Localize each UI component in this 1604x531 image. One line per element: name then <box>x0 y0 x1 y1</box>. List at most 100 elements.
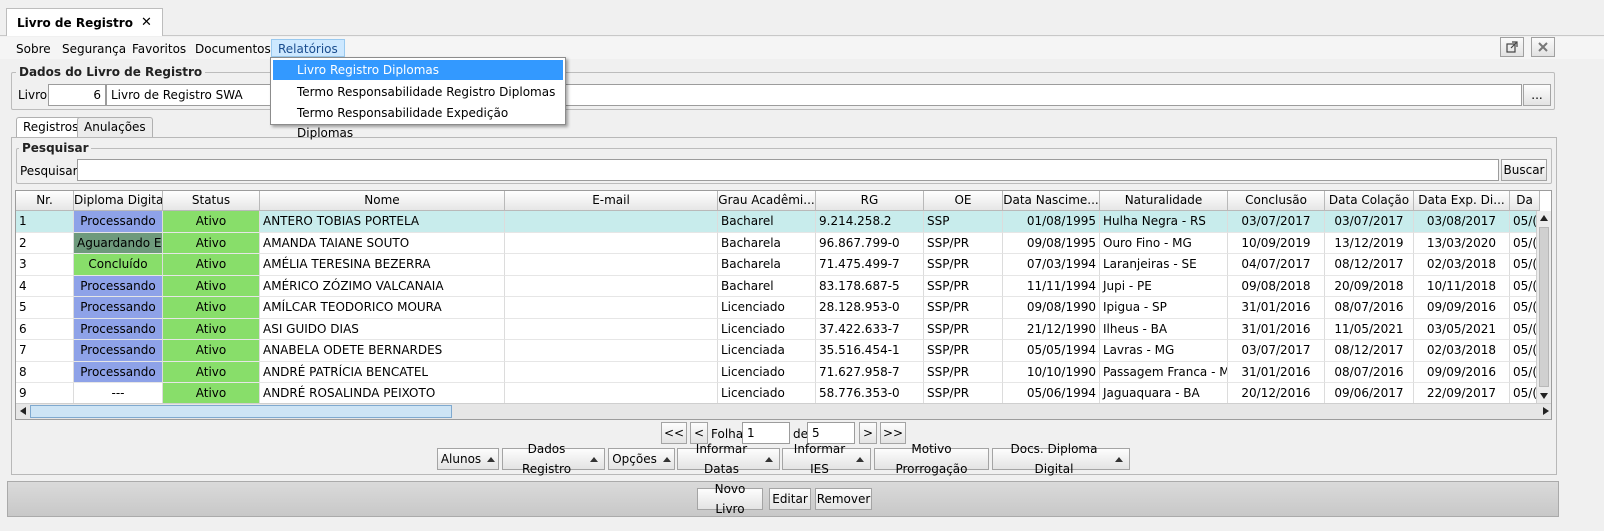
col-status-cell: Ativo <box>163 361 260 383</box>
tabs: Registros Anulações <box>16 117 216 139</box>
header-col-data[interactable]: Da <box>1510 191 1540 211</box>
col-rg-cell: 28.128.953-0 <box>816 297 924 319</box>
buscar-button[interactable]: Buscar <box>1501 159 1547 181</box>
menu-relatorios[interactable]: Relatórios <box>271 39 345 57</box>
header-col-conclusao[interactable]: Conclusão <box>1228 191 1325 211</box>
horizontal-scroll-thumb[interactable] <box>30 405 452 418</box>
col-data-colacao-cell: 08/12/2017 <box>1325 340 1414 362</box>
menu-item-termo-registro-diplomas[interactable]: Termo Responsabilidade Registro Diplomas <box>273 82 563 102</box>
editar-button[interactable]: Editar <box>769 488 811 510</box>
col-data-colacao-cell: 03/07/2017 <box>1325 211 1414 233</box>
tab-registros[interactable]: Registros <box>16 117 86 139</box>
opcoes-label: Opções <box>612 452 657 466</box>
search-input[interactable] <box>77 159 1499 181</box>
col-diploma-digital-cell: Aguardando E... <box>74 232 163 254</box>
close-window-button[interactable] <box>1531 37 1555 57</box>
col-status-cell: Ativo <box>163 211 260 233</box>
col-nome-cell: ANDRÉ PATRÍCIA BENCATEL <box>260 361 505 383</box>
col-nome-cell: AMÉRICO ZÓZIMO VALCANAIA <box>260 275 505 297</box>
header-col-diploma-digital[interactable]: Diploma Digital <box>74 191 163 211</box>
col-oe-cell: SSP/PR <box>924 318 1003 340</box>
col-conclusao-cell: 31/01/2016 <box>1228 318 1325 340</box>
col-naturalidade-cell: Ipigua - SP <box>1100 297 1228 319</box>
close-icon[interactable]: ✕ <box>141 15 152 30</box>
dados-registro-button[interactable]: Dados Registro <box>502 442 605 476</box>
table-row[interactable]: 6 Processando Ativo ASI GUIDO DIAS Licenciad… <box>16 318 1551 340</box>
table-row[interactable]: 7 Processando Ativo ANABELA ODETE BERNARDES… <box>16 340 1551 362</box>
vertical-scroll-thumb[interactable] <box>1539 227 1549 387</box>
menu-documentos[interactable]: Documentos <box>193 40 273 58</box>
remover-button[interactable]: Remover <box>815 488 872 510</box>
table-row[interactable]: 4 Processando Ativo AMÉRICO ZÓZIMO VALCANAI… <box>16 275 1551 297</box>
col-naturalidade-cell: Laranjeiras - SE <box>1100 254 1228 276</box>
detach-window-button[interactable] <box>1500 37 1524 57</box>
col-rg-cell: 83.178.687-5 <box>816 275 924 297</box>
header-col-data-colacao[interactable]: Data Colação <box>1325 191 1414 211</box>
alunos-button[interactable]: Alunos <box>437 448 499 470</box>
table-row[interactable]: 9 --- Ativo ANDRÉ ROSALINDA PEIXOTO Licencia… <box>16 383 1551 405</box>
col-data-colacao-cell: 08/12/2017 <box>1325 254 1414 276</box>
opcoes-button[interactable]: Opções <box>608 448 675 470</box>
novo-livro-button[interactable]: Novo Livro <box>697 482 763 516</box>
col-data-exp-cell: 09/09/2016 <box>1414 297 1510 319</box>
col-status-cell: Ativo <box>163 340 260 362</box>
browse-livro-button[interactable]: ... <box>1523 84 1551 106</box>
header-col-email[interactable]: E-mail <box>505 191 718 211</box>
registros-table: Nr. Diploma Digital Status Nome E-mail Grau A… <box>15 190 1552 420</box>
header-col-naturalidade[interactable]: Naturalidade <box>1100 191 1228 211</box>
col-rg-cell: 9.214.258.2 <box>816 211 924 233</box>
col-data-exp-cell: 03/05/2021 <box>1414 318 1510 340</box>
dados-livro-legend: Dados do Livro de Registro <box>16 65 206 79</box>
table-row[interactable]: 2Aguardando E...AtivoAMANDA TAIANE SOUTO… <box>16 232 1551 254</box>
col-status-cell: Ativo <box>163 297 260 319</box>
vertical-scrollbar[interactable] <box>1536 211 1551 403</box>
menu-item-livro-registro-diplomas[interactable]: Livro Registro Diplomas <box>273 60 563 80</box>
tab-livro-de-registro[interactable]: Livro de Registro ✕ <box>6 8 163 36</box>
header-col-grau[interactable]: Grau Acadêmi... <box>718 191 816 211</box>
table-row[interactable]: 5 Processando Ativo AMÍLCAR TEODORICO MOURA… <box>16 297 1551 319</box>
horizontal-scrollbar[interactable] <box>16 403 1551 419</box>
header-col-status[interactable]: Status <box>163 191 260 211</box>
header-col-rg[interactable]: RG <box>816 191 924 211</box>
col-nr-cell: 5 <box>16 297 74 319</box>
menu-item-termo-expedicao-diplomas[interactable]: Termo Responsabilidade Expedição Diploma… <box>273 103 563 140</box>
col-data-colacao-cell: 08/07/2016 <box>1325 361 1414 383</box>
scroll-left-icon[interactable] <box>20 407 26 415</box>
scroll-up-icon[interactable] <box>1540 215 1548 221</box>
informar-datas-button[interactable]: Informar Datas <box>677 442 780 476</box>
motivo-prorrogacao-button[interactable]: Motivo Prorrogação <box>874 442 989 476</box>
scroll-right-icon[interactable] <box>1543 407 1549 415</box>
menu-seguranca[interactable]: Segurança <box>60 40 128 58</box>
col-nr-cell: 3 <box>16 254 74 276</box>
header-col-oe[interactable]: OE <box>924 191 1003 211</box>
header-col-nr[interactable]: Nr. <box>16 191 74 211</box>
scroll-down-icon[interactable] <box>1540 393 1548 399</box>
header-col-data-nascimento[interactable]: Data Nascime... <box>1003 191 1100 211</box>
livro-number-field[interactable]: 6 <box>48 84 106 106</box>
header-col-data-exp[interactable]: Data Exp. Di... <box>1414 191 1510 211</box>
col-data-exp-cell: 02/03/2018 <box>1414 340 1510 362</box>
caret-up-icon <box>487 456 496 462</box>
col-naturalidade-cell: Lavras - MG <box>1100 340 1228 362</box>
col-grau-cell: Licenciado <box>718 361 816 383</box>
col-nr-cell: 1 <box>16 211 74 233</box>
tab-anulacoes[interactable]: Anulações <box>77 117 153 137</box>
header-col-nome[interactable]: Nome <box>260 191 505 211</box>
table-row[interactable]: 1 Processando Ativo ANTERO TOBIAS PORTELA Ba… <box>16 211 1551 233</box>
table-row[interactable]: 3 Concluído Ativo AMÉLIA TERESINA BEZERRA Ba… <box>16 254 1551 276</box>
col-conclusao-cell: 09/08/2018 <box>1228 275 1325 297</box>
table-row[interactable]: 8 Processando Ativo ANDRÉ PATRÍCIA BENCATEL… <box>16 361 1551 383</box>
next-page-button[interactable]: > <box>859 422 877 444</box>
pesquisar-legend: Pesquisar <box>19 141 92 155</box>
col-naturalidade-cell: Passagem Franca - MA <box>1100 361 1228 383</box>
col-grau-cell: Licenciado <box>718 383 816 405</box>
menu-favoritos[interactable]: Favoritos <box>130 40 188 58</box>
col-rg-cell: 71.475.499-7 <box>816 254 924 276</box>
informar-datas-label: Informar Datas <box>695 442 748 476</box>
informar-ies-button[interactable]: Informar IES <box>782 442 871 476</box>
col-oe-cell: SSP/PR <box>924 340 1003 362</box>
docs-diploma-digital-button[interactable]: Docs. Diploma Digital <box>992 442 1130 476</box>
caret-up-icon <box>765 456 773 462</box>
menu-sobre[interactable]: Sobre <box>14 40 53 58</box>
livro-label: Livro: <box>18 88 52 102</box>
